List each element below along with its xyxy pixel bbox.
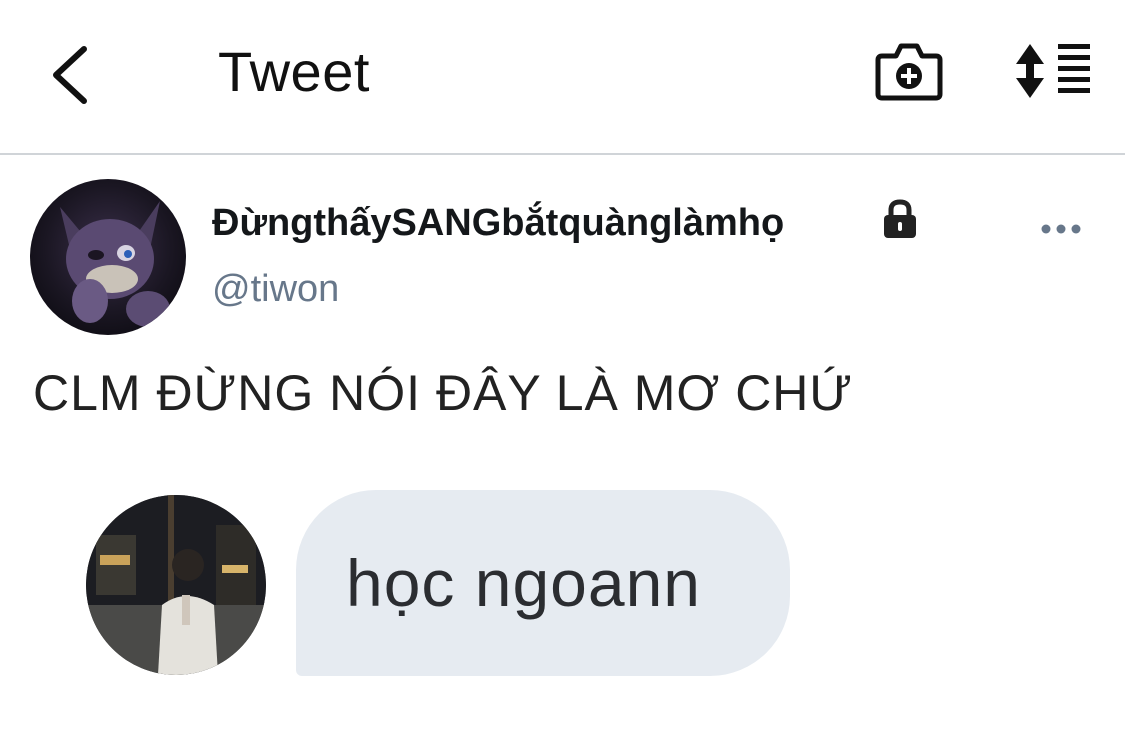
top-bar: Tweet (0, 0, 1125, 155)
chat-avatar (86, 495, 266, 675)
camera-button[interactable] (874, 38, 944, 104)
tweet-media-image[interactable]: học ngoann (80, 485, 800, 685)
tweet-text: CLM ĐỪNG NÓI ĐÂY LÀ MƠ CHỨ (33, 365, 854, 421)
sort-list-icon (1016, 44, 1090, 98)
sort-button[interactable] (1010, 40, 1094, 102)
chat-avatar-photo (86, 495, 266, 675)
chevron-left-icon (53, 46, 87, 104)
chat-bubble: học ngoann (296, 490, 790, 676)
avatar-image (60, 201, 170, 327)
camera-plus-icon (875, 43, 943, 101)
author-handle[interactable]: @tiwon (212, 265, 339, 313)
page-title: Tweet (218, 40, 370, 103)
lock-icon (884, 199, 916, 238)
more-dots-icon (1041, 224, 1081, 234)
chat-message-text: học ngoann (346, 546, 701, 620)
back-button[interactable] (40, 40, 100, 110)
more-options-button[interactable] (1036, 214, 1086, 244)
author-avatar[interactable] (30, 179, 186, 335)
author-display-name[interactable]: ĐừngthấySANGbắtquànglàmhọ (212, 198, 784, 248)
